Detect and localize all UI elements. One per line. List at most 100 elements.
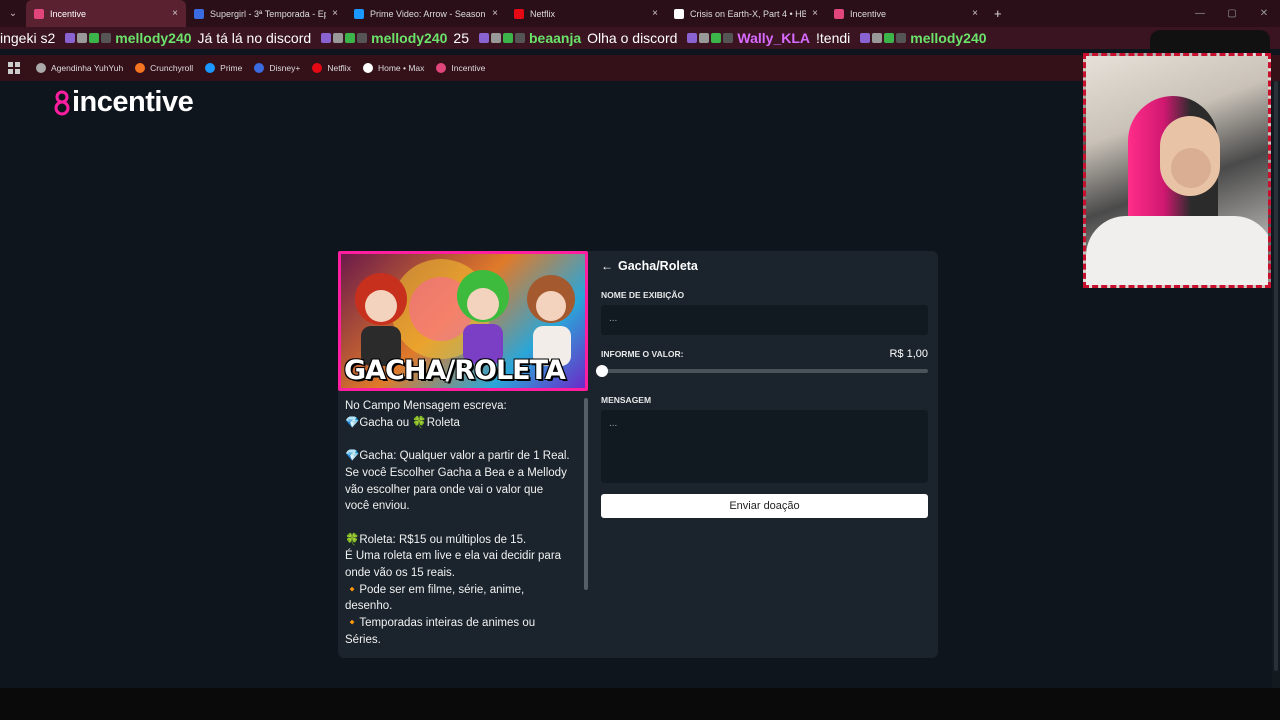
desc-line: vão escolher para onde vai o valor que xyxy=(345,483,544,496)
desc-line: Se você Escolher Gacha a Bea e a Mellody xyxy=(345,466,567,479)
chat-message: mellody240 xyxy=(860,30,992,46)
close-tab-icon[interactable]: × xyxy=(492,8,498,19)
chat-badges-icon xyxy=(687,33,734,43)
display-name-input[interactable]: ... xyxy=(601,305,928,335)
chat-message: beaanja Olha o discord xyxy=(479,30,677,46)
bookmark-item[interactable]: Agendinha YuhYuh xyxy=(36,63,123,73)
browser-tab[interactable]: Incentive × xyxy=(826,0,986,27)
chat-message: Wally_KLA !tendi xyxy=(687,30,850,46)
desc-line: 🔸Temporadas inteiras de animes ou xyxy=(345,617,536,630)
donation-card: GACHA/ROLETA No Campo Mensagem escreva: … xyxy=(338,251,938,658)
desc-line: Séries. xyxy=(345,633,381,646)
chat-badges-icon xyxy=(479,33,525,43)
bookmark-item[interactable]: Disney+ xyxy=(254,63,300,73)
tab-title: Supergirl - 3ª Temporada - Epis xyxy=(210,8,327,19)
bookmark-item[interactable]: Prime xyxy=(205,63,242,73)
bookmark-favicon-icon xyxy=(362,63,373,73)
chat-username: mellody240 xyxy=(115,30,192,46)
chat-username: mellody240 xyxy=(910,30,987,46)
close-window-icon[interactable]: ✕ xyxy=(1248,0,1280,27)
amount-slider[interactable] xyxy=(596,365,928,377)
description-text: No Campo Mensagem escreva: 💎Gacha ou 🍀Ro… xyxy=(345,398,581,648)
desc-line: onde vão os 15 reais. xyxy=(345,567,455,579)
webcam-overlay xyxy=(1083,53,1271,288)
chat-username: beaanja xyxy=(529,30,582,46)
desc-line: No Campo Mensagem escreva: xyxy=(345,400,507,412)
window-controls: — ▢ ✕ xyxy=(1184,0,1280,27)
close-tab-icon[interactable]: × xyxy=(332,8,338,19)
chat-ticker-overlay: ingeki s2 mellody240 Já tá lá no discord me… xyxy=(0,27,1280,49)
chat-text: ingeki s2 xyxy=(0,30,56,46)
maximize-icon[interactable]: ▢ xyxy=(1216,0,1248,27)
bookmark-label: Incentive xyxy=(451,63,486,73)
apps-grid-icon[interactable] xyxy=(8,62,20,74)
tab-favicon-icon xyxy=(354,8,364,19)
desc-line: 💎Gacha: Qualquer valor a partir de 1 Rea… xyxy=(345,450,570,463)
arrow-left-icon: ← xyxy=(601,259,613,273)
chat-username: mellody240 xyxy=(371,30,448,46)
display-name-label: NOME DE EXIBIÇÃO xyxy=(601,290,685,300)
description-scrollbar[interactable] xyxy=(584,398,588,590)
banner-image: GACHA/ROLETA xyxy=(338,251,588,391)
chat-message: ingeki s2 xyxy=(0,30,55,46)
tab-favicon-icon xyxy=(194,8,204,19)
chat-message: mellody240 25 xyxy=(321,30,469,46)
message-textarea[interactable]: ... xyxy=(601,410,928,483)
bookmark-label: Prime xyxy=(220,63,243,73)
incentive-logo[interactable]: incentive xyxy=(54,86,194,119)
desc-line: 🔸Pode ser em filme, série, anime, xyxy=(345,583,525,596)
desc-line: 💎Gacha ou 🍀Roleta xyxy=(345,416,460,429)
banner-title: GACHA/ROLETA xyxy=(344,355,566,386)
amount-label: INFORME O VALOR: xyxy=(601,349,684,359)
bookmark-favicon-icon xyxy=(205,63,216,73)
bookmark-item[interactable]: Incentive xyxy=(436,63,485,73)
desc-line: 🍀Roleta: R$15 ou múltiplos de 15. xyxy=(345,533,527,546)
browser-tab[interactable]: Prime Video: Arrow - Season 6 × xyxy=(346,0,506,27)
bookmark-label: Agendinha YuhYuh xyxy=(51,63,124,73)
back-button[interactable]: ← Gacha/Roleta xyxy=(601,259,698,273)
chat-badges-icon xyxy=(65,33,112,43)
chat-username: Wally_KLA xyxy=(737,30,811,46)
bookmark-favicon-icon xyxy=(254,63,265,73)
chat-text: Já tá lá no discord xyxy=(197,30,312,46)
bookmark-item[interactable]: Home • Max xyxy=(362,63,424,73)
close-tab-icon[interactable]: × xyxy=(812,8,818,19)
bookmark-label: Disney+ xyxy=(269,63,301,73)
browser-tab-bar: ⌄ Incentive × Supergirl - 3ª Temporada - E… xyxy=(0,0,1280,27)
bookmark-favicon-icon xyxy=(135,63,146,73)
browser-tab[interactable]: Supergirl - 3ª Temporada - Epis × xyxy=(186,0,346,27)
bookmark-label: Netflix xyxy=(327,63,351,73)
browser-tab[interactable]: Crisis on Earth-X, Part 4 • HBO M × xyxy=(666,0,826,27)
message-label: MENSAGEM xyxy=(601,395,652,405)
chat-text: Olha o discord xyxy=(587,30,678,46)
chat-message: mellody240 Já tá lá no discord xyxy=(65,30,311,46)
minimize-icon[interactable]: — xyxy=(1184,0,1216,27)
tab-favicon-icon xyxy=(674,8,684,19)
close-tab-icon[interactable]: × xyxy=(172,8,178,19)
chat-badges-icon xyxy=(860,33,907,43)
new-tab-button[interactable]: + xyxy=(986,6,1010,21)
logo-mark-icon xyxy=(54,90,70,115)
close-tab-icon[interactable]: × xyxy=(972,8,978,19)
browser-tab[interactable]: Netflix × xyxy=(506,0,666,27)
logo-text: incentive xyxy=(72,86,194,118)
browser-tab[interactable]: Incentive × xyxy=(26,0,186,27)
bottom-strip xyxy=(0,688,1280,720)
tab-search-menu[interactable]: ⌄ xyxy=(0,0,26,27)
chat-text: 25 xyxy=(453,30,469,46)
bookmark-item[interactable]: Crunchyroll xyxy=(135,63,193,73)
slider-handle[interactable] xyxy=(596,365,608,377)
desc-line: você enviou. xyxy=(345,500,410,513)
tab-title: Prime Video: Arrow - Season 6 xyxy=(370,8,487,19)
desc-line: É Uma roleta em live e ela vai decidir p… xyxy=(345,550,562,563)
bookmark-item[interactable]: Netflix xyxy=(312,63,351,73)
amount-value: R$ 1,00 xyxy=(889,348,928,360)
bookmark-label: Crunchyroll xyxy=(150,63,194,73)
tab-favicon-icon xyxy=(834,8,844,19)
send-donation-button[interactable]: Enviar doação xyxy=(601,494,928,518)
close-tab-icon[interactable]: × xyxy=(652,8,658,19)
bookmark-favicon-icon xyxy=(436,63,447,73)
bookmark-favicon-icon xyxy=(36,63,46,73)
page-scrollbar[interactable] xyxy=(1272,81,1280,688)
chat-badges-icon xyxy=(321,33,368,43)
